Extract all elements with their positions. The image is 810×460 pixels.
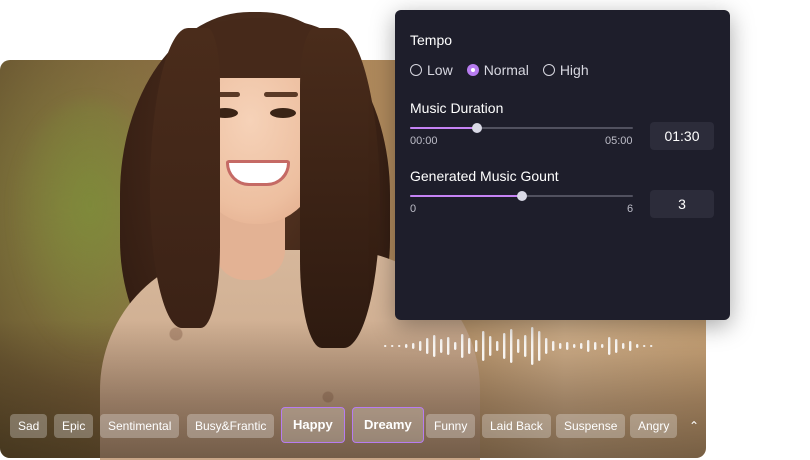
slider-thumb[interactable]: [516, 191, 527, 201]
audio-waveform-icon: [384, 326, 654, 366]
waveform-bar: [433, 335, 436, 357]
tempo-option-high[interactable]: High: [542, 62, 589, 78]
waveform-bar: [419, 341, 422, 351]
waveform-bar: [636, 344, 639, 348]
tempo-option-label: Normal: [483, 62, 529, 78]
waveform-bar: [454, 342, 457, 350]
waveform-bar: [517, 339, 520, 353]
waveform-bar: [398, 345, 401, 347]
tempo-option-normal[interactable]: Normal: [466, 62, 529, 78]
tempo-options: Low Normal High: [410, 62, 589, 78]
waveform-bar: [412, 343, 415, 349]
waveform-bar: [573, 344, 576, 348]
mood-tag-laid-back[interactable]: Laid Back: [482, 414, 551, 438]
radio-button-icon: [542, 64, 555, 76]
mood-tag-suspense[interactable]: Suspense: [556, 414, 626, 438]
waveform-bar: [566, 342, 569, 350]
tempo-title: Tempo: [410, 32, 453, 48]
waveform-bar: [461, 334, 464, 358]
tempo-option-label: High: [559, 62, 589, 78]
waveform-bar: [615, 339, 618, 353]
tempo-option-low[interactable]: Low: [410, 62, 453, 78]
waveform-bar: [447, 337, 450, 355]
waveform-bar: [405, 344, 408, 348]
count-value-field[interactable]: 3: [650, 190, 714, 218]
mood-tag-sentimental[interactable]: Sentimental: [100, 414, 180, 438]
music-count-slider[interactable]: [410, 190, 633, 202]
double-chevron-up-icon[interactable]: ⌃: [686, 417, 702, 435]
duration-max-label: 05:00: [605, 135, 633, 147]
music-count-title: Generated Music Gount: [410, 168, 559, 184]
music-duration-slider[interactable]: [410, 122, 633, 134]
mood-tag-dreamy[interactable]: Dreamy: [352, 407, 424, 443]
waveform-bar: [608, 337, 611, 355]
waveform-bar: [503, 333, 506, 359]
count-min-label: 0: [410, 203, 417, 215]
waveform-bar: [601, 344, 604, 348]
waveform-bar: [391, 345, 394, 347]
mood-tag-sad[interactable]: Sad: [10, 414, 48, 438]
waveform-bar: [538, 331, 541, 361]
duration-min-label: 00:00: [410, 135, 438, 147]
waveform-bar: [496, 341, 499, 351]
waveform-bar: [531, 327, 534, 365]
waveform-bar: [559, 343, 562, 349]
count-max-label: 6: [627, 203, 634, 215]
waveform-bar: [580, 343, 583, 349]
waveform-bar: [384, 345, 387, 347]
mood-tag-happy[interactable]: Happy: [281, 407, 345, 443]
waveform-bar: [650, 345, 653, 347]
waveform-bar: [594, 342, 597, 350]
tempo-option-label: Low: [427, 62, 453, 78]
waveform-bar: [552, 341, 555, 351]
waveform-bar: [545, 338, 548, 354]
waveform-bar: [489, 336, 492, 356]
waveform-bar: [622, 343, 625, 349]
waveform-bar: [482, 331, 485, 361]
duration-value-field[interactable]: 01:30: [650, 122, 714, 150]
waveform-bar: [524, 335, 527, 357]
radio-button-icon: [410, 64, 422, 76]
mood-tag-funny[interactable]: Funny: [426, 414, 476, 438]
waveform-bar: [587, 340, 590, 352]
radio-button-icon: [466, 64, 479, 76]
waveform-bar: [426, 338, 429, 354]
music-settings-panel: Tempo Low Normal High Music Duration 00:…: [395, 10, 730, 320]
waveform-bar: [643, 345, 646, 347]
waveform-bar: [475, 340, 478, 352]
waveform-bar: [468, 338, 471, 354]
mood-tag-epic[interactable]: Epic: [54, 414, 94, 438]
waveform-bar: [440, 339, 443, 353]
slider-fill: [410, 127, 477, 129]
slider-fill: [410, 195, 522, 197]
mood-tag-busy-frantic[interactable]: Busy&Frantic: [187, 414, 275, 438]
waveform-bar: [629, 341, 632, 351]
music-duration-title: Music Duration: [410, 100, 504, 116]
waveform-bar: [510, 329, 513, 363]
mood-tag-angry[interactable]: Angry: [630, 414, 678, 438]
slider-thumb[interactable]: [471, 123, 482, 133]
